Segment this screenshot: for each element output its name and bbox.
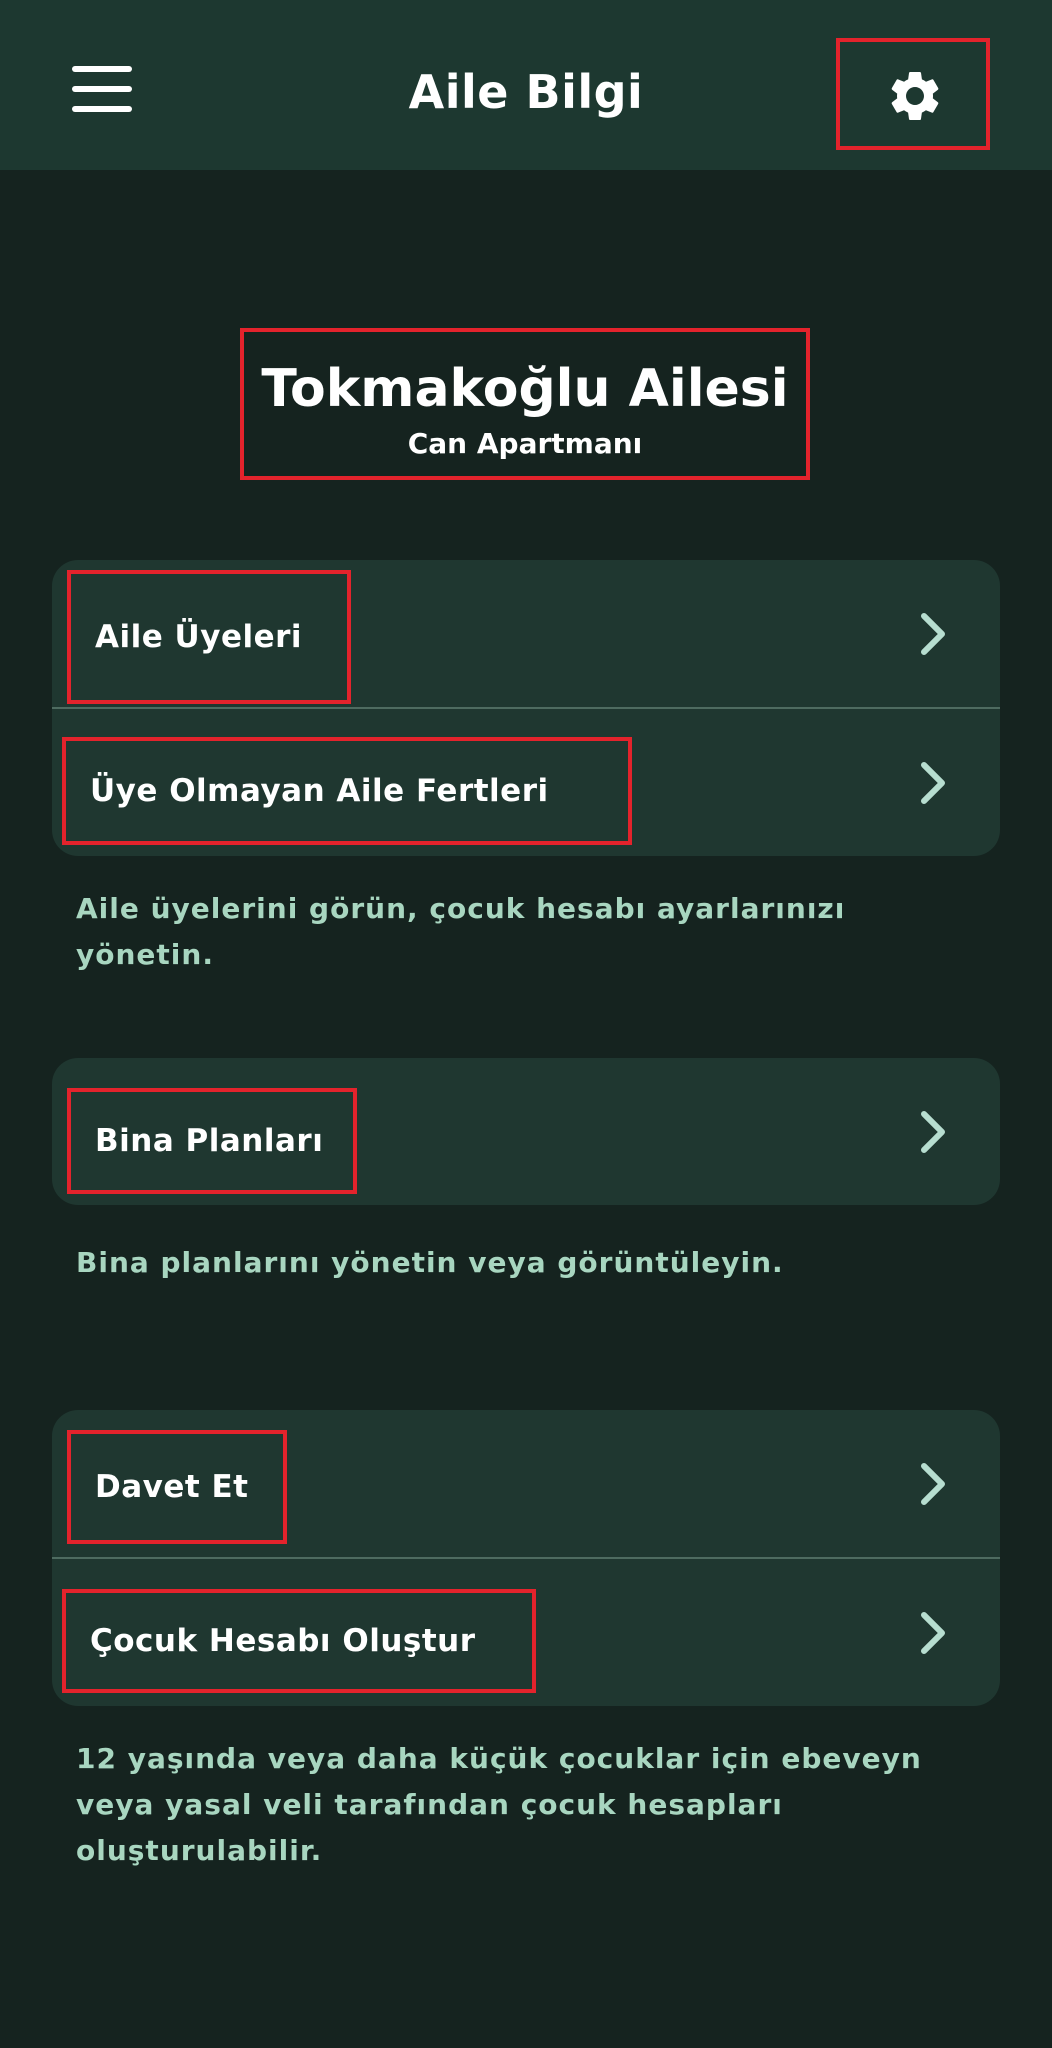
section-note: Bina planlarını yönetin veya görüntüleyi… (76, 1246, 784, 1279)
section-note: Aile üyelerini görün, çocuk hesabı ayarl… (76, 892, 846, 971)
row-label: Bina Planları (95, 1123, 324, 1159)
family-members-row[interactable]: Aile Üyeleri (52, 560, 1000, 707)
app-header: Aile Bilgi (0, 0, 1052, 170)
row-label-highlight: Çocuk Hesabı Oluştur (62, 1589, 536, 1693)
building-plans-row[interactable]: Bina Planları (52, 1058, 1000, 1205)
create-child-account-row[interactable]: Çocuk Hesabı Oluştur (52, 1557, 1000, 1706)
row-label-highlight: Bina Planları (67, 1088, 357, 1194)
family-members-card: Aile Üyeleri Üye Olmayan Aile Fertleri (52, 560, 1000, 856)
row-label: Çocuk Hesabı Oluştur (90, 1623, 476, 1659)
invite-card: Davet Et Çocuk Hesabı Oluştur (52, 1410, 1000, 1706)
chevron-right-icon (921, 612, 945, 655)
row-label-highlight: Üye Olmayan Aile Fertleri (62, 737, 632, 845)
chevron-right-icon (921, 761, 945, 804)
family-address: Can Apartmanı (407, 427, 643, 460)
settings-button[interactable] (836, 38, 990, 150)
row-label: Üye Olmayan Aile Fertleri (90, 773, 549, 809)
row-label: Aile Üyeleri (95, 619, 303, 655)
chevron-right-icon (921, 1110, 945, 1153)
building-plans-card: Bina Planları (52, 1058, 1000, 1205)
chevron-right-icon (921, 1462, 945, 1505)
family-info: Tokmakoğlu Ailesi Can Apartmanı (240, 328, 810, 480)
gear-icon (891, 71, 939, 120)
family-name: Tokmakoğlu Ailesi (261, 359, 789, 419)
row-label: Davet Et (95, 1469, 249, 1505)
row-label-highlight: Aile Üyeleri (67, 570, 351, 704)
chevron-right-icon (921, 1611, 945, 1654)
invite-row[interactable]: Davet Et (52, 1410, 1000, 1557)
row-label-highlight: Davet Et (67, 1430, 287, 1544)
section-note: 12 yaşında veya daha küçük çocuklar için… (76, 1742, 922, 1867)
non-member-family-row[interactable]: Üye Olmayan Aile Fertleri (52, 707, 1000, 856)
